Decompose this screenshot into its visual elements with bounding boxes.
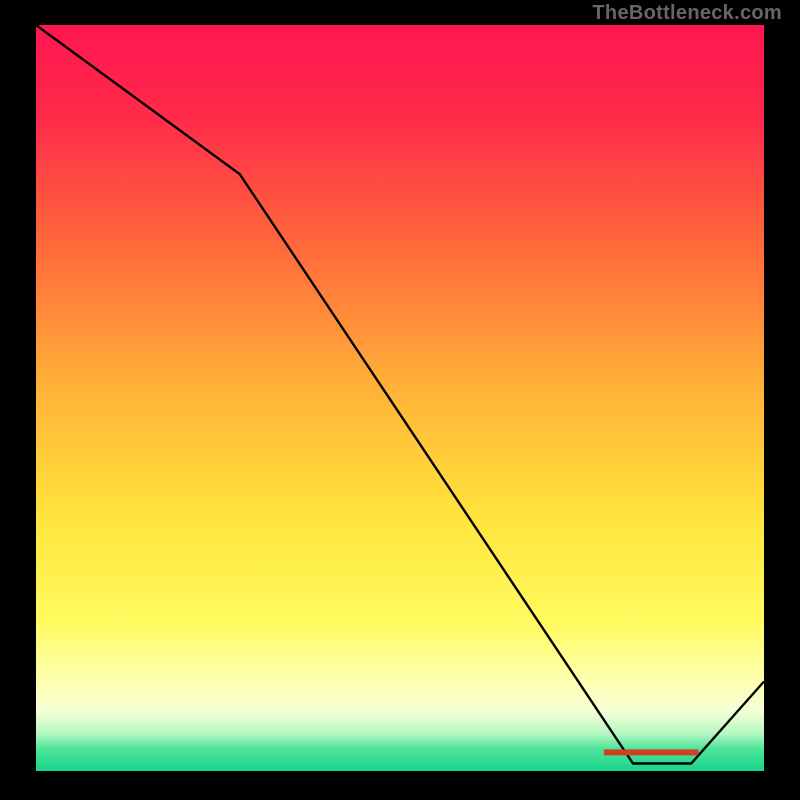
optimal-range-marker bbox=[604, 749, 699, 755]
gradient-background bbox=[36, 25, 764, 771]
chart-container: TheBottleneck.com bbox=[0, 0, 800, 800]
attribution-text: TheBottleneck.com bbox=[592, 2, 782, 25]
bottleneck-chart bbox=[30, 25, 770, 777]
